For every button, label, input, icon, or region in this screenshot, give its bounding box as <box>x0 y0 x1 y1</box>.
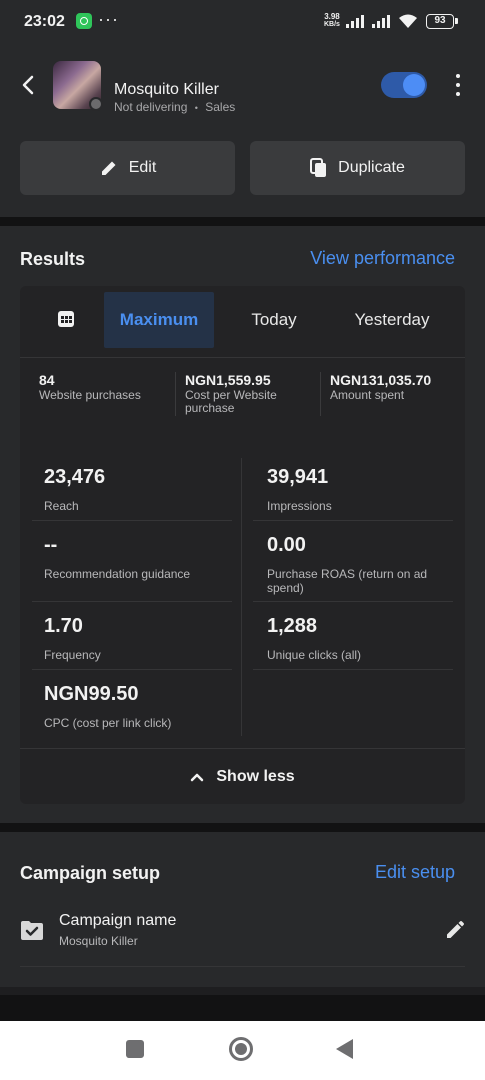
kpi-label: Website purchases <box>39 388 141 402</box>
section-divider <box>0 217 485 226</box>
edit-setup-link[interactable]: Edit setup <box>375 862 455 883</box>
system-navigation-bar <box>0 1021 485 1080</box>
kpi-label: Amount spent <box>330 388 405 402</box>
section-divider-bar <box>0 987 485 995</box>
metric-value: 39,941 <box>267 466 329 488</box>
home-icon[interactable] <box>229 1037 253 1061</box>
kpi-value: 84 <box>39 372 55 388</box>
metric-value: 1.70 <box>44 615 83 637</box>
delivery-status: Not delivering <box>114 100 188 114</box>
show-less-button[interactable]: Show less <box>20 749 465 804</box>
metric-purchase-roas: 0.00 Purchase ROAS (return on ad spend) <box>267 534 447 595</box>
date-range-tabs: Maximum Today Yesterday <box>20 292 465 348</box>
tab-maximum[interactable]: Maximum <box>104 292 214 348</box>
ad-header: Mosquito Killer Not delivering • Sales E… <box>0 44 485 217</box>
results-title: Results <box>20 249 86 269</box>
metric-value: 1,288 <box>267 615 318 637</box>
ad-subtitle: Not delivering • Sales <box>114 100 235 114</box>
view-performance-link[interactable]: View performance <box>310 248 455 269</box>
kpi-amount-spent: NGN131,035.70 Amount spent <box>330 372 465 402</box>
campaign-name-label: Campaign name <box>59 912 177 929</box>
whatsapp-icon <box>76 13 92 29</box>
metric-recommendation-guidance: -- Recommendation guidance <box>44 534 234 581</box>
results-section: Results View performance Maximum Today Y… <box>0 226 485 823</box>
ad-toggle[interactable] <box>381 72 427 98</box>
signal-icon <box>346 15 366 28</box>
metric-frequency: 1.70 Frequency <box>44 615 234 662</box>
campaign-setup-section: Campaign setup Edit setup Campaign name … <box>0 832 485 987</box>
edit-button-label: Edit <box>128 159 157 176</box>
more-vert-icon[interactable] <box>450 71 466 99</box>
chevron-up-icon <box>191 773 204 781</box>
metrics-column-divider <box>241 458 242 736</box>
network-speed: 3.98 KB/s <box>324 13 340 29</box>
metric-label: Frequency <box>44 648 101 662</box>
calendar-icon[interactable] <box>56 309 76 329</box>
kpi-separator <box>175 372 176 416</box>
toggle-knob <box>403 74 425 96</box>
metric-impressions: 39,941 Impressions <box>267 466 457 513</box>
metric-cpc: NGN99.50 CPC (cost per link click) <box>44 683 234 730</box>
metric-unique-clicks: 1,288 Unique clicks (all) <box>267 615 457 662</box>
tabs-divider <box>20 357 465 358</box>
status-bar: 23:02 ··· 3.98 KB/s 93 <box>0 0 485 44</box>
metrics-row-divider <box>253 520 453 521</box>
metric-label: Reach <box>44 499 79 513</box>
kpi-label: Cost per Website purchase <box>185 388 277 415</box>
tab-yesterday[interactable]: Yesterday <box>340 292 444 348</box>
back-triangle-icon[interactable] <box>336 1039 353 1059</box>
recent-apps-icon[interactable] <box>126 1040 144 1058</box>
wifi-icon <box>399 14 417 28</box>
subtitle-separator: • <box>194 103 198 113</box>
duplicate-button-label: Duplicate <box>338 159 405 176</box>
kpi-separator <box>320 372 321 416</box>
duplicate-icon <box>310 158 327 177</box>
status-time: 23:02 <box>24 13 65 30</box>
edit-button[interactable]: Edit <box>20 141 235 195</box>
metric-value: 23,476 <box>44 466 106 488</box>
metric-label: Impressions <box>267 499 332 513</box>
results-card: Maximum Today Yesterday 84 Website purch… <box>20 286 465 804</box>
metrics-row-divider <box>32 520 232 521</box>
metric-label: CPC (cost per link click) <box>44 716 172 730</box>
battery-icon: 93 <box>426 14 458 29</box>
metric-label: Purchase ROAS (return on ad spend) <box>267 567 428 595</box>
edit-campaign-name-icon[interactable] <box>445 920 465 940</box>
signal-icon <box>372 15 392 28</box>
duplicate-button[interactable]: Duplicate <box>250 141 465 195</box>
section-divider <box>0 823 485 832</box>
back-arrow-icon[interactable] <box>18 74 38 96</box>
network-speed-value: 3.98 <box>324 12 340 21</box>
metric-label: Unique clicks (all) <box>267 648 362 662</box>
campaign-setup-title: Campaign setup <box>20 863 161 883</box>
notification-more-icon: ··· <box>98 9 119 29</box>
battery-level: 93 <box>434 15 446 26</box>
section-divider <box>0 987 485 1021</box>
metrics-row-divider <box>253 669 453 670</box>
metric-value: NGN99.50 <box>44 683 139 705</box>
show-less-label: Show less <box>216 767 295 785</box>
folder-check-icon <box>21 921 43 940</box>
setup-row-divider <box>20 966 465 967</box>
metric-label: Recommendation guidance <box>44 567 191 581</box>
kpi-website-purchases: 84 Website purchases <box>39 372 169 402</box>
ad-objective: Sales <box>205 100 236 114</box>
status-dot-icon <box>89 97 103 111</box>
ad-name: Mosquito Killer <box>114 81 219 98</box>
metrics-row-divider <box>32 601 232 602</box>
kpi-value: NGN131,035.70 <box>330 372 432 388</box>
metric-reach: 23,476 Reach <box>44 466 234 513</box>
metrics-row-divider <box>253 601 453 602</box>
network-speed-unit: KB/s <box>324 21 340 28</box>
kpi-cost-per-purchase: NGN1,559.95 Cost per Website purchase <box>185 372 315 415</box>
metrics-row-divider <box>32 669 232 670</box>
kpi-value: NGN1,559.95 <box>185 372 271 388</box>
pencil-icon <box>101 161 116 175</box>
campaign-name-value: Mosquito Killer <box>59 934 138 948</box>
metric-value: -- <box>44 534 58 556</box>
metric-value: 0.00 <box>267 534 306 556</box>
tab-today[interactable]: Today <box>234 292 314 348</box>
